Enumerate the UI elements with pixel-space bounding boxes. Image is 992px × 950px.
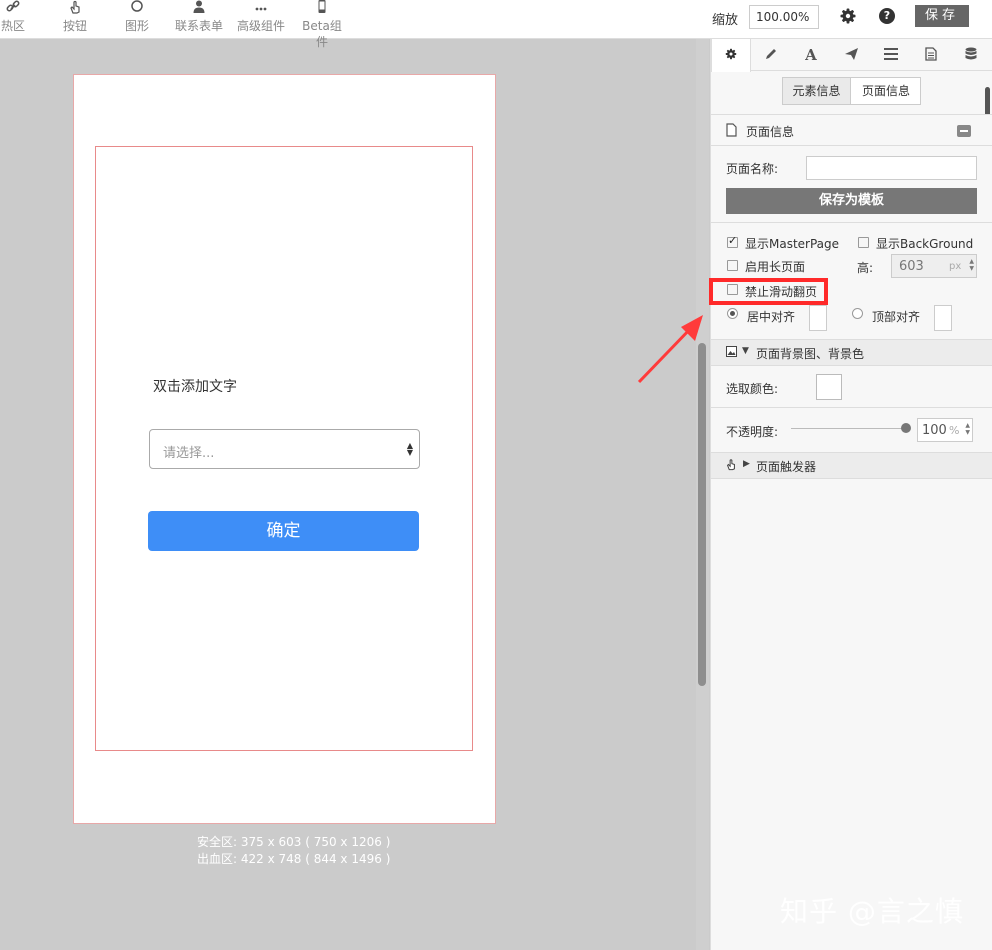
section-title: 页面背景图、背景色 bbox=[756, 347, 865, 361]
panel-tabs: A bbox=[711, 39, 992, 72]
height-value: 603 bbox=[899, 259, 924, 274]
circle-icon bbox=[122, 0, 152, 18]
help-icon[interactable]: ? bbox=[879, 8, 895, 24]
text-element[interactable]: 双击添加文字 bbox=[153, 376, 237, 396]
canvas-scrollbar[interactable] bbox=[696, 39, 709, 950]
top-align-label: 顶部对齐 bbox=[872, 310, 921, 324]
top-align-radio[interactable] bbox=[852, 308, 863, 319]
long-page-checkbox[interactable] bbox=[727, 260, 738, 271]
center-align-radio[interactable] bbox=[727, 308, 738, 319]
caret-down-icon: ▼ bbox=[742, 346, 749, 356]
tool-label: 热区 bbox=[0, 19, 25, 33]
select-placeholder: 请选择... bbox=[163, 446, 215, 461]
divider bbox=[711, 222, 992, 223]
tab-layers[interactable] bbox=[871, 39, 911, 71]
opacity-slider-track[interactable] bbox=[791, 428, 906, 429]
pick-color-label: 选取颜色: bbox=[726, 382, 779, 396]
color-picker-swatch[interactable] bbox=[816, 374, 842, 400]
tool-label: Beta组件 bbox=[302, 19, 342, 49]
top-align-swatch[interactable] bbox=[934, 305, 952, 331]
select-element[interactable]: 请选择... ▲ ▼ bbox=[149, 429, 420, 469]
caret-right-icon: ▶ bbox=[743, 459, 750, 469]
properties-panel: A 元素信息 页面信息 页面信息 页面名称: 保存为模板 显示MasterPag… bbox=[710, 39, 992, 950]
collapse-icon[interactable] bbox=[957, 125, 971, 137]
hand-pointer-icon bbox=[60, 0, 90, 18]
spinner-icon[interactable]: ▲ ▼ bbox=[969, 258, 974, 272]
tool-label: 高级组件 bbox=[236, 19, 285, 33]
user-icon bbox=[174, 0, 224, 18]
hand-pointer-icon bbox=[725, 458, 737, 474]
canvas-dimensions: 安全区: 375 x 603 ( 750 x 1206 ) 出血区: 422 x… bbox=[197, 834, 390, 868]
height-unit: px bbox=[949, 261, 962, 272]
tool-hotzone[interactable]: 热区 bbox=[0, 0, 26, 39]
section-title: 页面信息 bbox=[746, 125, 795, 139]
database-icon bbox=[965, 47, 977, 64]
annotation-arrow bbox=[637, 315, 703, 384]
ellipsis-icon bbox=[236, 0, 286, 18]
pencil-icon bbox=[764, 47, 778, 64]
height-input[interactable]: 603 px ▲ ▼ bbox=[891, 254, 977, 278]
subtab-element-info[interactable]: 元素信息 bbox=[783, 78, 851, 104]
page-info-header[interactable]: 页面信息 bbox=[711, 114, 992, 146]
show-background-checkbox[interactable] bbox=[858, 237, 869, 248]
opacity-input[interactable]: 100 % ▲ ▼ bbox=[917, 418, 973, 442]
save-as-template-button[interactable]: 保存为模板 bbox=[726, 188, 977, 214]
select-arrows-icon: ▲ ▼ bbox=[406, 441, 413, 457]
gear-icon bbox=[724, 47, 738, 64]
tab-text[interactable]: A bbox=[791, 39, 831, 71]
opacity-unit: % bbox=[949, 424, 960, 437]
opacity-label: 不透明度: bbox=[726, 425, 779, 439]
tool-beta[interactable]: Beta组件 bbox=[297, 0, 347, 49]
tool-button[interactable]: 按钮 bbox=[60, 0, 90, 39]
link-icon bbox=[0, 0, 26, 18]
file-text-icon bbox=[925, 46, 937, 64]
list-icon bbox=[884, 47, 898, 63]
tool-contact-form[interactable]: 联系表单 bbox=[174, 0, 224, 39]
page-name-input[interactable] bbox=[806, 156, 977, 180]
scrollbar-thumb[interactable] bbox=[698, 343, 706, 686]
confirm-button[interactable]: 确定 bbox=[148, 511, 419, 551]
show-background-label: 显示BackGround bbox=[876, 237, 974, 251]
opacity-slider-handle[interactable] bbox=[901, 423, 911, 433]
height-label: 高: bbox=[857, 261, 874, 275]
trigger-header[interactable]: ▶ 页面触发器 bbox=[711, 452, 992, 479]
spinner-icon[interactable]: ▲ ▼ bbox=[965, 422, 970, 436]
show-masterpage-checkbox[interactable] bbox=[727, 234, 738, 248]
mobile-icon bbox=[297, 0, 347, 18]
tab-page[interactable] bbox=[911, 39, 951, 71]
zoom-input[interactable]: 100.00% bbox=[749, 5, 819, 29]
tool-label: 按钮 bbox=[62, 19, 87, 33]
tool-label: 联系表单 bbox=[174, 19, 223, 33]
tab-animation[interactable] bbox=[831, 39, 871, 71]
center-align-swatch[interactable] bbox=[809, 305, 827, 331]
zoom-label: 缩放 bbox=[712, 13, 739, 28]
info-subtabs: 元素信息 页面信息 bbox=[782, 77, 921, 105]
save-button[interactable]: 保存 bbox=[915, 5, 969, 27]
font-icon: A bbox=[805, 46, 817, 64]
tab-settings[interactable] bbox=[711, 39, 751, 72]
center-align-label: 居中对齐 bbox=[747, 310, 796, 324]
top-toolbar: 热区 按钮 图形 联系表单 高级组件 Beta组件 缩放 100.00% ? 保… bbox=[0, 0, 992, 49]
background-header[interactable]: ▼ 页面背景图、背景色 bbox=[711, 339, 992, 366]
file-icon bbox=[726, 123, 737, 140]
image-icon bbox=[726, 346, 737, 360]
tool-label: 图形 bbox=[124, 19, 149, 33]
tab-data[interactable] bbox=[951, 39, 991, 71]
watermark: 知乎 @言之慎 bbox=[780, 895, 964, 928]
page-name-label: 页面名称: bbox=[726, 162, 779, 176]
subtab-page-info[interactable]: 页面信息 bbox=[852, 78, 920, 104]
tool-shape[interactable]: 图形 bbox=[122, 0, 152, 39]
long-page-label: 启用长页面 bbox=[745, 260, 806, 274]
section-title: 页面触发器 bbox=[756, 460, 817, 474]
paper-plane-icon bbox=[844, 47, 859, 64]
tab-style[interactable] bbox=[751, 39, 791, 71]
divider bbox=[711, 407, 992, 408]
gear-icon[interactable] bbox=[838, 6, 858, 26]
show-masterpage-label: 显示MasterPage bbox=[745, 237, 840, 251]
highlight-box bbox=[709, 278, 828, 305]
opacity-value: 100 bbox=[922, 423, 947, 438]
bleed-area-size: 出血区: 422 x 748 ( 844 x 1496 ) bbox=[197, 852, 391, 866]
safe-area-size: 安全区: 375 x 603 ( 750 x 1206 ) bbox=[197, 835, 391, 849]
tool-advanced[interactable]: 高级组件 bbox=[236, 0, 286, 39]
